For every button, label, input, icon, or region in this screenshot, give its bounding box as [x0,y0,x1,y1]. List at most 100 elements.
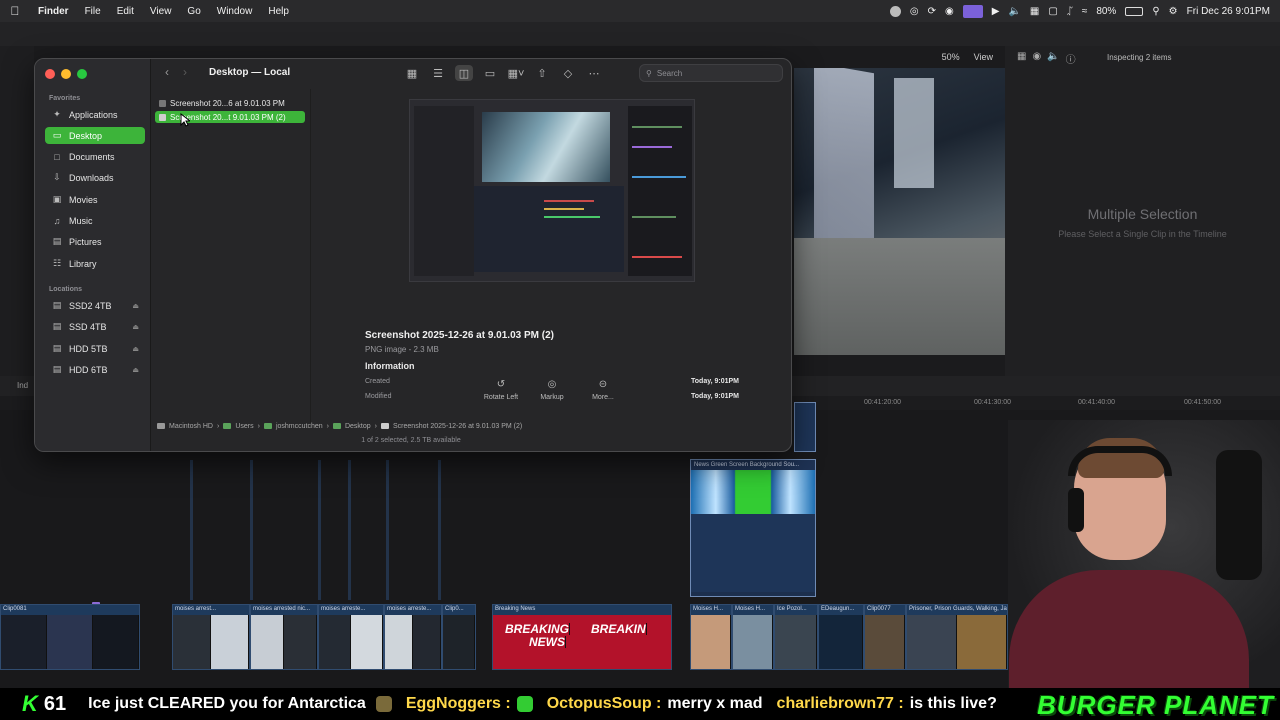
grid-icon[interactable]: ▦ [1030,6,1039,17]
timeline-clip[interactable]: moises arrest... [172,604,250,670]
timeline-clip[interactable]: Clip0077 [864,604,906,670]
sidebar-item-applications[interactable]: ✦ Applications [45,106,145,123]
timeline-clip-upper[interactable] [794,402,816,452]
display-icon[interactable]: ▢ [1048,6,1057,17]
timeline-clip[interactable]: Prisoner, Prison Guards, Walking, Jail..… [906,604,1008,670]
path-item[interactable]: Users [235,423,253,430]
file-item[interactable]: Screenshot 20...6 at 9.01.03 PM [155,97,305,109]
timeline-clip-green-screen[interactable]: News Green Screen Background Sou... [690,459,816,597]
thumb-chat-line [632,256,682,258]
timeline-clip[interactable]: Moises H... [690,604,732,670]
eject-icon[interactable]: ⏏ [132,302,139,310]
icon-view-icon[interactable]: ▦ [403,65,421,81]
thumb-chat-line [632,146,672,148]
sidebar-item-music[interactable]: ♫ Music [45,212,145,229]
preview-thumbnail[interactable] [409,99,695,282]
search-icon[interactable]: ⚲ [1152,6,1159,17]
sidebar-item-ssd2[interactable]: ▤ SSD2 4TB ⏏ [45,297,145,314]
clip-label: News Green Screen Background Sou... [691,460,815,470]
viewer-count: 61 [43,692,67,715]
timeline-clip[interactable]: EDeaugun... [818,604,864,670]
menu-app-name[interactable]: Finder [30,6,77,17]
thumb-left-panel [414,106,474,276]
search-field[interactable]: ⚲ Search [639,64,783,82]
control-center-icon[interactable]: ⚙ [1169,6,1178,17]
ticker-lead-message: Ice just CLEARED you for Antarctica [88,695,366,712]
zoom-level[interactable]: 50% [942,52,960,62]
group-by-icon[interactable]: ▦˅ [507,65,525,81]
color-inspector-icon[interactable]: ◉ [1032,51,1041,66]
menu-go[interactable]: Go [179,6,208,17]
bluetooth-icon[interactable]: ᛢ [1067,6,1073,17]
menu-clock[interactable]: Fri Dec 26 9:01PM [1187,6,1270,17]
screen-share-icon[interactable] [962,4,983,18]
close-button[interactable] [45,69,55,79]
globe-icon[interactable]: ◎ [910,6,919,17]
file-item-selected[interactable]: Screenshot 20...t 9.01.03 PM (2) [155,111,305,123]
sidebar-item-downloads[interactable]: ⇩ Downloads [45,169,145,186]
forward-chevron-icon[interactable]: › [183,65,187,79]
timeline-clip[interactable]: Moises H... [732,604,774,670]
menu-file[interactable]: File [77,6,109,17]
timeline-clip[interactable]: moises arrested nic... [250,604,318,670]
share-icon[interactable]: ⇧ [533,65,551,81]
game-icon[interactable]: ◉ [945,6,954,17]
sidebar-item-movies[interactable]: ▣ Movies [45,191,145,208]
sidebar-item-library[interactable]: ☷ Library [45,255,145,272]
path-item[interactable]: Screenshot 2025-12-26 at 9.01.03 PM (2) [393,423,522,430]
menu-edit[interactable]: Edit [109,6,142,17]
play-circle-icon[interactable]: ▶ [992,6,1000,17]
menu-help[interactable]: Help [260,6,297,17]
image-file-icon [381,423,390,429]
timeline-clip[interactable]: Clip0081 [0,604,140,670]
menu-view[interactable]: View [142,6,180,17]
eject-icon[interactable]: ⏏ [132,345,139,353]
ruler-mark: 00:41:50:00 [1184,399,1221,406]
fcp-toolbar [0,22,1280,46]
sidebar-item-hdd6[interactable]: ▤ HDD 6TB ⏏ [45,361,145,378]
timeline-clip[interactable]: Ice Pozol... [774,604,818,670]
list-view-icon[interactable]: ☰ [429,65,447,81]
minimize-button[interactable] [61,69,71,79]
sidebar-item-documents[interactable]: □ Documents [45,148,145,165]
info-inspector-icon[interactable]: ⓘ [1066,51,1076,66]
column-view-icon[interactable]: ◫ [455,65,473,81]
path-bar: Macintosh HD › Users › joshmccutchen › D… [151,419,791,433]
preview-pane: Screenshot 2025-12-26 at 9.01.03 PM (2) … [311,89,791,423]
sidebar-item-desktop[interactable]: ▭ Desktop [45,127,145,144]
clip-label: Clip0081 [3,606,27,612]
sidebar-item-pictures[interactable]: ▤ Pictures [45,233,145,250]
more-actions-icon[interactable]: ⋯ [585,65,603,81]
record-status-icon[interactable] [889,5,901,17]
timeline-clip[interactable]: Clip0... [442,604,476,670]
view-menu[interactable]: View [974,52,993,62]
zoom-button[interactable] [77,69,87,79]
timeline-clip-breaking-news[interactable]: Breaking News BREAKING NEWS BREAKIN [492,604,672,670]
back-chevron-icon[interactable]: ‹ [165,65,169,79]
timeline-clip[interactable]: moises arreste... [384,604,442,670]
timeline-clip[interactable]: moises arreste... [318,604,384,670]
eject-icon[interactable]: ⏏ [132,366,139,374]
preview-file-type: PNG image - 2.3 MB [365,345,439,354]
sync-icon[interactable]: ⟳ [928,6,936,17]
volume-icon[interactable]: 🔈 [1008,6,1020,17]
sidebar-item-ssd[interactable]: ▤ SSD 4TB ⏏ [45,318,145,335]
audio-inspector-icon[interactable]: 🔈 [1047,51,1059,66]
path-item[interactable]: joshmccutchen [276,423,323,430]
drive-icon: ▤ [52,343,62,353]
path-item[interactable]: Desktop [345,423,371,430]
video-inspector-icon[interactable]: ▦ [1017,51,1026,66]
path-item[interactable]: Macintosh HD [169,423,213,430]
menu-window[interactable]: Window [209,6,261,17]
more-button[interactable]: ⊝ More... [573,379,633,401]
timeline-index-button[interactable]: Ind [17,381,28,390]
sidebar-item-hdd5[interactable]: ▤ HDD 5TB ⏏ [45,340,145,357]
apple-menu-icon[interactable]:  [0,4,30,18]
battery-percent[interactable]: 80% [1096,6,1116,17]
wifi-icon[interactable]: ≈ [1082,6,1088,17]
clip-label: EDeaugun... [821,606,855,612]
eject-icon[interactable]: ⏏ [132,323,139,331]
battery-icon[interactable] [1125,6,1144,16]
tag-icon[interactable]: ◇ [559,65,577,81]
gallery-view-icon[interactable]: ▭ [481,65,499,81]
